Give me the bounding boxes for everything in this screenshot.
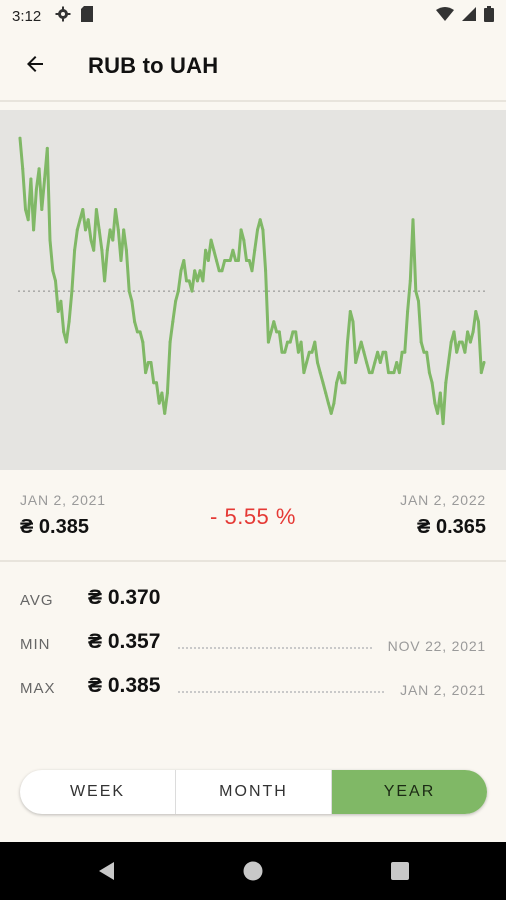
stat-avg-label: AVG	[20, 592, 54, 609]
summary-divider	[0, 560, 506, 562]
rate-chart[interactable]	[0, 110, 506, 470]
status-time: 3:12	[12, 7, 42, 25]
period-year-button[interactable]: YEAR	[331, 770, 487, 814]
stat-max: MAX ₴ 0.385 JAN 2, 2021	[0, 674, 506, 704]
stat-min-value: ₴ 0.357	[88, 630, 161, 653]
period-week-button[interactable]: WEEK	[20, 770, 175, 814]
settings-gear-icon	[55, 6, 71, 26]
page-title: RUB to UAH	[88, 53, 219, 78]
arrow-back-icon	[23, 52, 47, 81]
wifi-icon	[436, 7, 454, 25]
period-selector: WEEK MONTH YEAR	[20, 770, 487, 814]
app-bar-divider	[0, 100, 506, 102]
stat-max-date: JAN 2, 2021	[400, 682, 486, 698]
stat-max-dots	[178, 691, 384, 693]
period-month-button[interactable]: MONTH	[175, 770, 331, 814]
end-rate: ₴ 0.365	[417, 516, 486, 538]
nav-home-icon[interactable]	[242, 860, 264, 882]
cell-signal-icon	[462, 7, 476, 25]
stat-avg-value: ₴ 0.370	[88, 586, 161, 609]
rate-series-line	[18, 136, 486, 426]
battery-icon	[484, 6, 494, 26]
stat-min-label: MIN	[20, 636, 51, 653]
rate-chart-svg	[18, 136, 488, 426]
range-summary: JAN 2, 2021 ₴ 0.385 - 5.55 % JAN 2, 2022…	[0, 488, 506, 548]
stat-max-value: ₴ 0.385	[88, 674, 161, 697]
end-date: JAN 2, 2022	[400, 492, 486, 508]
stat-max-label: MAX	[20, 680, 56, 697]
stat-min-dots	[178, 647, 372, 649]
stat-min-date: NOV 22, 2021	[387, 638, 486, 654]
sim-card-icon	[81, 6, 94, 26]
back-button[interactable]	[0, 32, 70, 100]
nav-back-icon[interactable]	[96, 860, 118, 882]
stat-avg: AVG ₴ 0.370	[0, 586, 506, 616]
nav-recents-icon[interactable]	[389, 860, 411, 882]
app-bar: RUB to UAH	[0, 32, 506, 100]
stat-min: MIN ₴ 0.357 NOV 22, 2021	[0, 630, 506, 660]
system-nav-bar	[0, 842, 506, 900]
status-bar: 3:12	[0, 0, 506, 32]
